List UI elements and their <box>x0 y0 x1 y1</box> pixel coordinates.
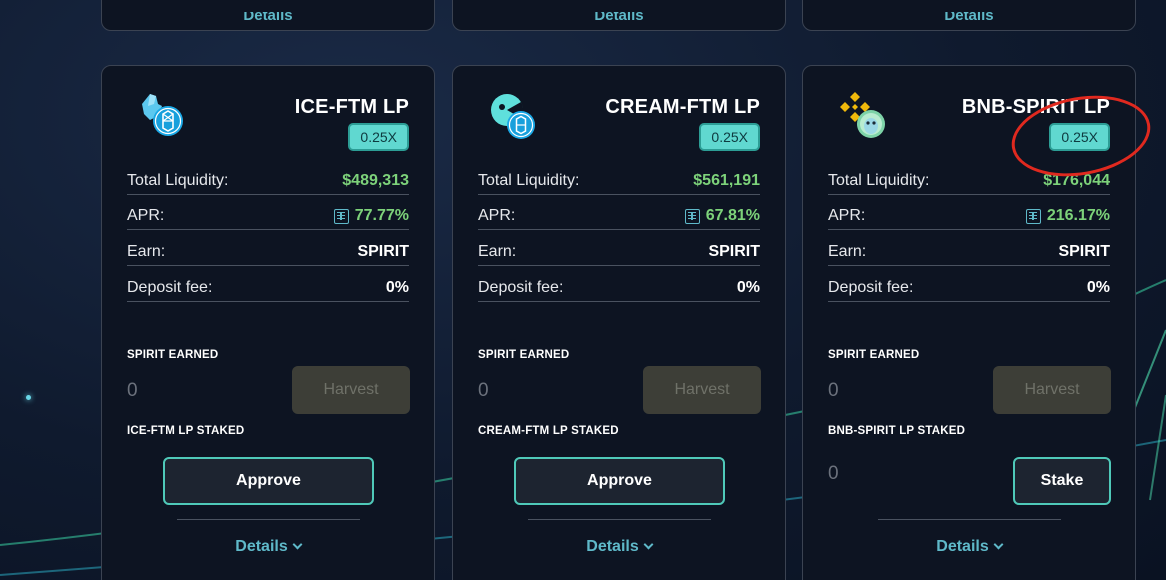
earn-row: Earn: SPIRIT <box>478 239 760 266</box>
details-toggle[interactable]: Details <box>453 538 785 556</box>
bnb-spirit-token-pair-icon <box>840 92 885 138</box>
earn-label: Earn: <box>478 243 517 260</box>
apr-label: APR: <box>828 207 866 224</box>
earned-value: 0 <box>478 380 489 401</box>
staked-label: CREAM-FTM LP STAKED <box>478 425 619 437</box>
deposit-fee-label: Deposit fee: <box>478 279 564 296</box>
deposit-fee-row: Deposit fee: 0% <box>478 275 760 302</box>
farm-card-cream-ftm: CREAM-FTM LP 0.25X Total Liquidity: $561… <box>452 65 786 580</box>
farm-card-previous-2: Details <box>452 0 786 31</box>
apr-value-group: 77.77% <box>333 207 409 225</box>
details-link[interactable]: Details <box>453 12 785 24</box>
farm-card-previous-1: Details <box>101 0 435 31</box>
earn-label: Earn: <box>127 243 166 260</box>
details-toggle[interactable]: Details <box>803 538 1135 556</box>
apr-row: APR: 216.17% <box>828 203 1110 230</box>
earned-value: 0 <box>828 380 839 401</box>
apr-label: APR: <box>127 207 165 224</box>
pair-name: ICE-FTM LP <box>294 96 409 118</box>
approve-button[interactable]: Approve <box>163 457 374 505</box>
earned-label: SPIRIT EARNED <box>478 349 570 361</box>
earned-label: SPIRIT EARNED <box>828 349 920 361</box>
total-liquidity-label: Total Liquidity: <box>828 172 930 189</box>
apr-row: APR: 77.77% <box>127 203 409 230</box>
apr-value-group: 216.17% <box>1025 207 1110 225</box>
divider <box>177 519 360 520</box>
multiplier-badge: 0.25X <box>348 123 409 151</box>
harvest-button[interactable]: Harvest <box>643 366 761 414</box>
harvest-button[interactable]: Harvest <box>993 366 1111 414</box>
ice-ftm-token-pair-icon <box>142 94 183 136</box>
details-label: Details <box>235 538 288 555</box>
staked-value: 0 <box>828 463 839 484</box>
calculator-icon[interactable] <box>333 208 349 224</box>
details-link[interactable]: Details <box>102 12 434 24</box>
apr-value-group: 67.81% <box>684 207 760 225</box>
farm-card-ice-ftm: ICE-FTM LP 0.25X Total Liquidity: $489,3… <box>101 65 435 580</box>
earn-value: SPIRIT <box>357 243 409 260</box>
staked-label: BNB-SPIRIT LP STAKED <box>828 425 966 437</box>
deposit-fee-value: 0% <box>385 279 409 296</box>
total-liquidity-value: $489,313 <box>342 172 409 189</box>
details-label: Details <box>936 538 989 555</box>
details-link[interactable]: Details <box>803 12 1135 24</box>
farm-card-previous-3: Details <box>802 0 1136 31</box>
earned-label: SPIRIT EARNED <box>127 349 219 361</box>
apr-value: 216.17% <box>1046 207 1110 224</box>
deposit-fee-value: 0% <box>1086 279 1110 296</box>
details-label: Details <box>586 538 639 555</box>
deposit-fee-row: Deposit fee: 0% <box>127 275 409 302</box>
details-toggle[interactable]: Details <box>102 538 434 556</box>
deposit-fee-label: Deposit fee: <box>127 279 213 296</box>
approve-button[interactable]: Approve <box>514 457 725 505</box>
total-liquidity-row: Total Liquidity: $489,313 <box>127 168 409 195</box>
stake-button[interactable]: Stake <box>1013 457 1111 505</box>
calculator-icon[interactable] <box>684 208 700 224</box>
earn-value: SPIRIT <box>708 243 760 260</box>
cream-ftm-token-pair-icon <box>491 94 535 139</box>
total-liquidity-label: Total Liquidity: <box>478 172 580 189</box>
apr-value: 67.81% <box>705 207 760 224</box>
total-liquidity-row: Total Liquidity: $561,191 <box>478 168 760 195</box>
staked-label: ICE-FTM LP STAKED <box>127 425 245 437</box>
calculator-icon[interactable] <box>1025 208 1041 224</box>
harvest-button[interactable]: Harvest <box>292 366 410 414</box>
total-liquidity-value: $561,191 <box>693 172 760 189</box>
earn-value: SPIRIT <box>1058 243 1110 260</box>
background-glow-dot <box>26 395 31 400</box>
chevron-down-icon <box>643 539 654 550</box>
deposit-fee-label: Deposit fee: <box>828 279 914 296</box>
pair-name: CREAM-FTM LP <box>605 96 760 118</box>
multiplier-badge: 0.25X <box>699 123 760 151</box>
total-liquidity-label: Total Liquidity: <box>127 172 229 189</box>
earned-value: 0 <box>127 380 138 401</box>
divider <box>878 519 1061 520</box>
deposit-fee-value: 0% <box>736 279 760 296</box>
chevron-down-icon <box>993 539 1004 550</box>
apr-value: 77.77% <box>354 207 409 224</box>
earn-label: Earn: <box>828 243 867 260</box>
earn-row: Earn: SPIRIT <box>828 239 1110 266</box>
deposit-fee-row: Deposit fee: 0% <box>828 275 1110 302</box>
earn-row: Earn: SPIRIT <box>127 239 409 266</box>
apr-label: APR: <box>478 207 516 224</box>
chevron-down-icon <box>292 539 303 550</box>
apr-row: APR: 67.81% <box>478 203 760 230</box>
divider <box>528 519 711 520</box>
